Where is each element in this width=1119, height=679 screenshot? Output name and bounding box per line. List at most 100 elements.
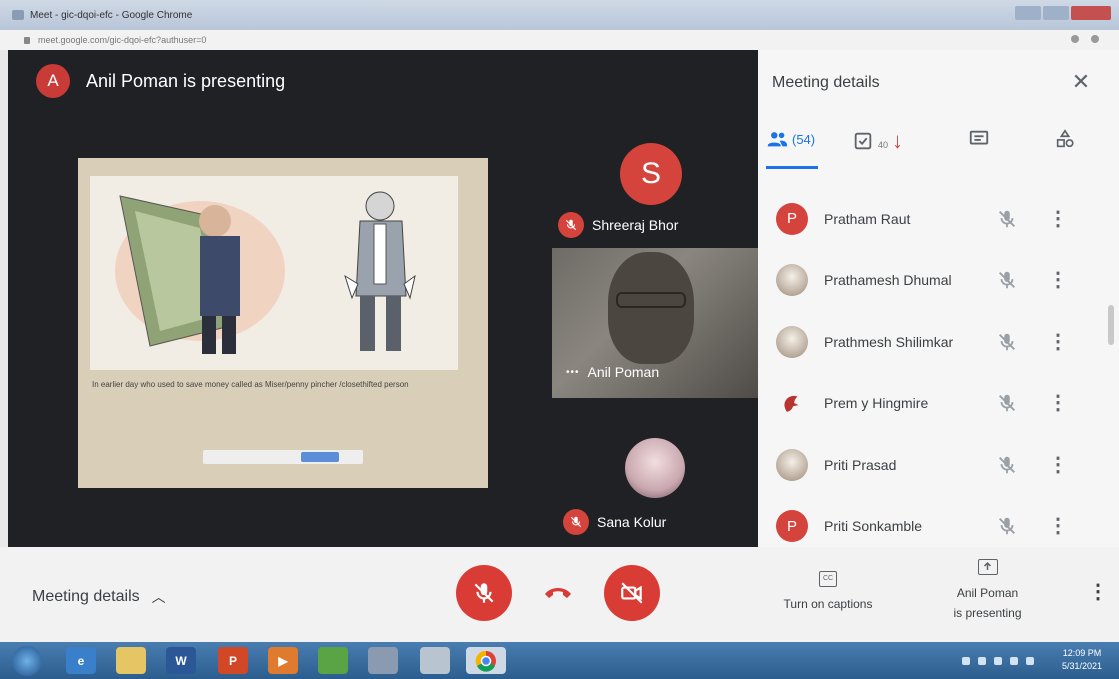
- mic-off-icon: [999, 333, 1015, 350]
- tab-activities[interactable]: [1054, 128, 1076, 150]
- window-controls: [1015, 6, 1111, 20]
- person-name: Prem y Hingmire: [824, 395, 929, 412]
- mic-off-icon: [999, 518, 1015, 535]
- glasses-detail: [616, 292, 686, 308]
- battery-icon[interactable]: [994, 657, 1002, 665]
- zoom-icon[interactable]: [1091, 35, 1099, 43]
- browser-titlebar: Meet - gic-dqoi-efc - Google Chrome: [0, 0, 1119, 30]
- video-tile-anil[interactable]: ••• Anil Poman: [552, 248, 758, 398]
- more-options-icon[interactable]: ⋮: [1048, 454, 1068, 476]
- word-icon[interactable]: W: [166, 647, 196, 674]
- system-clock[interactable]: 12:09 PM 5/31/2021: [1062, 647, 1102, 673]
- mic-off-icon: [999, 272, 1015, 289]
- captions-icon: CC: [819, 571, 837, 587]
- avatar: [776, 448, 808, 481]
- chrome-icon[interactable]: [466, 647, 506, 674]
- clock-time: 12:09 PM: [1062, 648, 1102, 658]
- presenter-banner: A Anil Poman is presenting: [36, 64, 285, 98]
- panel-title: Meeting details: [772, 74, 880, 91]
- slide-bar-button: [301, 452, 339, 462]
- presenting-button[interactable]: Anil Poman is presenting: [940, 559, 1035, 623]
- os-taskbar: e W P ▶ 12:09 PM 5/31/2021: [0, 642, 1119, 679]
- camera-indicator-icon[interactable]: [1071, 35, 1079, 43]
- list-item[interactable]: P Pratham Raut ⋮: [758, 188, 1119, 250]
- avatar: P: [776, 202, 808, 235]
- more-options-icon[interactable]: ⋮: [1048, 515, 1068, 537]
- address-bar[interactable]: meet.google.com/gic-dqoi-efc?authuser=0: [0, 30, 1119, 50]
- presenting-line1: Anil Poman: [956, 586, 1019, 600]
- panel-tabs: (54) 40 ↓: [758, 128, 1119, 174]
- panel-scrollbar[interactable]: [1108, 305, 1114, 345]
- phone-hangup-icon: [545, 588, 571, 598]
- ie-icon[interactable]: e: [66, 647, 96, 674]
- presenter-avatar: A: [36, 64, 70, 98]
- participant-avatar-sana: [625, 438, 685, 498]
- captions-button[interactable]: CC Turn on captions: [773, 569, 883, 611]
- bird-avatar-icon: [784, 396, 799, 412]
- presenting-line2: is presenting: [953, 606, 1022, 620]
- slide-illustration: [90, 176, 458, 370]
- volume-icon[interactable]: [1026, 657, 1034, 665]
- tasks-count: 40: [878, 140, 889, 150]
- meeting-details-label: Meeting details: [32, 588, 140, 605]
- list-item[interactable]: Prathmesh Shilimkar ⋮: [758, 311, 1119, 373]
- flag-icon[interactable]: [978, 657, 986, 665]
- meeting-details-button[interactable]: Meeting details ︿: [32, 587, 166, 607]
- shared-slide: In earlier day who used to save money ca…: [78, 158, 488, 488]
- tray-arrow-icon[interactable]: [962, 657, 970, 665]
- address-bar-icons: [1071, 35, 1099, 43]
- list-item[interactable]: Prem y Hingmire ⋮: [758, 373, 1119, 435]
- captions-label: Turn on captions: [783, 597, 873, 611]
- person-name: Priti Prasad: [824, 456, 897, 473]
- signal-icon[interactable]: [1010, 657, 1018, 665]
- minimize-button[interactable]: [1015, 6, 1041, 20]
- tab-chat[interactable]: [968, 128, 990, 150]
- more-options-icon[interactable]: ⋮: [1048, 331, 1068, 353]
- person-name: Prathamesh Dhumal: [824, 272, 952, 289]
- window-title: Meet - gic-dqoi-efc - Google Chrome: [30, 9, 193, 21]
- close-window-button[interactable]: [1071, 6, 1111, 20]
- meet-favicon-icon: [12, 10, 24, 20]
- avatar: P: [776, 510, 808, 543]
- powerpoint-icon[interactable]: P: [218, 647, 248, 674]
- folder-icon[interactable]: [116, 647, 146, 674]
- close-icon[interactable]: ✕: [1071, 71, 1091, 93]
- video-name-label: ••• Anil Poman: [566, 364, 659, 380]
- people-icon: [767, 132, 788, 147]
- network-icon[interactable]: [368, 647, 398, 674]
- participant-tile-shreeraj: Shreeraj Bhor: [558, 212, 678, 238]
- present-screen-icon: [977, 559, 998, 575]
- more-options-icon[interactable]: ⋮: [1048, 208, 1068, 230]
- participant-avatar-s: S: [620, 143, 682, 205]
- participant-tile-sana: Sana Kolur: [563, 509, 666, 535]
- game-icon[interactable]: [318, 647, 348, 674]
- list-item[interactable]: Priti Prasad ⋮: [758, 434, 1119, 496]
- mic-off-icon: [558, 212, 584, 238]
- app-icon[interactable]: [420, 647, 450, 674]
- checkbox-icon: [854, 132, 872, 150]
- avatar: [776, 387, 808, 420]
- more-options-icon[interactable]: ⋮: [1048, 392, 1068, 414]
- mic-off-icon: [999, 456, 1015, 473]
- chevron-up-icon: ︿: [151, 589, 166, 605]
- mic-off-icon: [999, 395, 1015, 412]
- maximize-button[interactable]: [1043, 6, 1069, 20]
- tab-tasks[interactable]: 40 ↓: [852, 128, 903, 154]
- start-button[interactable]: [12, 646, 42, 676]
- person-name: Pratham Raut: [824, 210, 911, 227]
- meeting-details-panel: Meeting details ✕ (54) 40 ↓ P Pratham Ra…: [758, 50, 1119, 547]
- leave-call-button[interactable]: [538, 577, 578, 607]
- mic-off-icon: [999, 210, 1015, 227]
- media-player-icon[interactable]: ▶: [268, 647, 298, 674]
- more-options-icon[interactable]: ⋮: [1048, 269, 1068, 291]
- microphone-toggle-button[interactable]: [456, 565, 512, 621]
- participant-name: Anil Poman: [587, 364, 660, 380]
- mic-off-icon: [563, 509, 589, 535]
- tab-people[interactable]: (54): [766, 128, 815, 150]
- slide-control-bar: [203, 450, 363, 464]
- bottom-control-bar: Meeting details ︿ CC Turn on captions An…: [0, 547, 1119, 642]
- list-item[interactable]: Prathamesh Dhumal ⋮: [758, 250, 1119, 312]
- presentation-stage: A Anil Poman is presenting In earlier da…: [8, 50, 758, 547]
- camera-toggle-button[interactable]: [604, 565, 660, 621]
- more-options-icon[interactable]: ⋮: [1088, 579, 1108, 604]
